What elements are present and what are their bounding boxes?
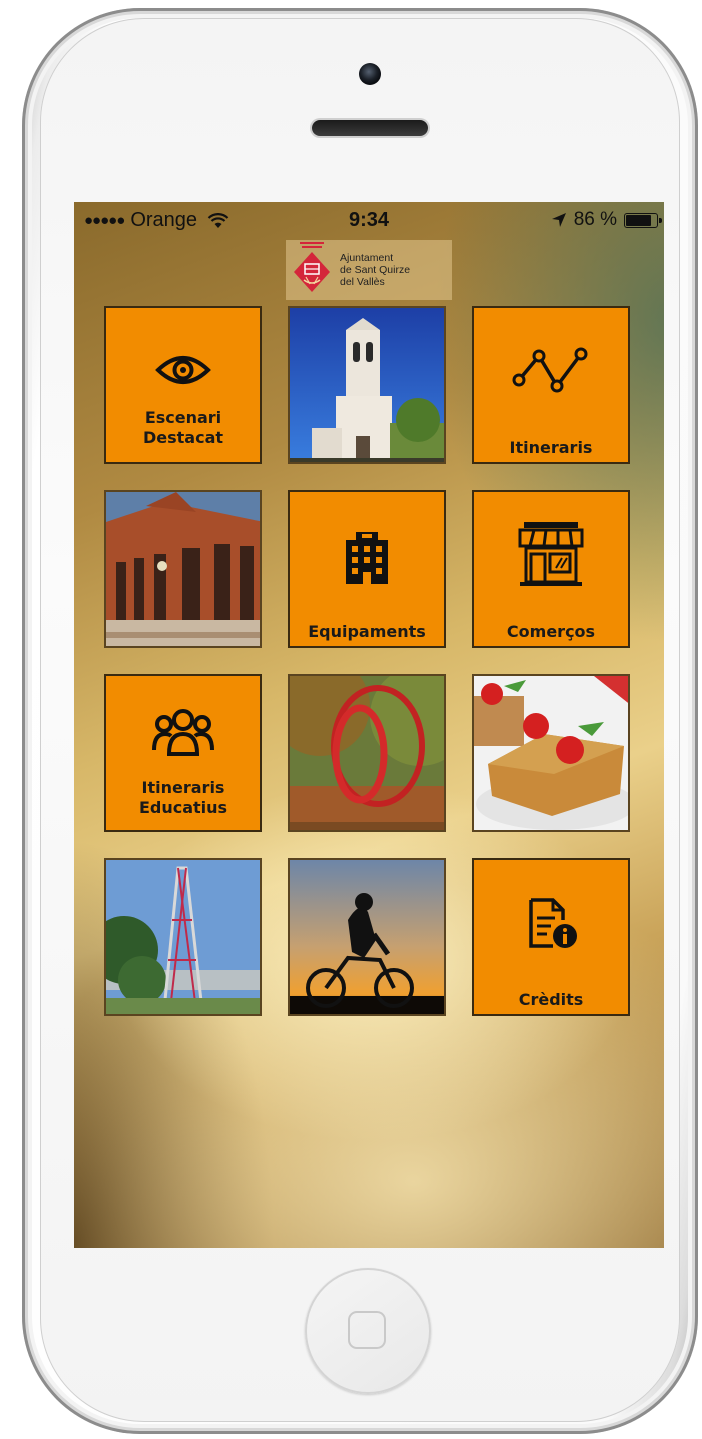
document-info-icon — [529, 898, 577, 948]
tile-equipaments[interactable]: Equipaments — [288, 490, 446, 648]
front-camera — [359, 63, 381, 85]
cherry-cake-photo — [474, 676, 628, 830]
town-council-logo: Ajuntament de Sant Quirze del Vallès — [286, 240, 452, 300]
tile-label-line: Educatius — [138, 798, 228, 817]
tile-credits[interactable]: Crèdits — [472, 858, 630, 1016]
app-screen: ●●●●● Orange 9:34 86 % Ajuntament de San… — [74, 202, 664, 1248]
tile-photo-sculpture[interactable] — [288, 674, 446, 832]
home-button[interactable] — [305, 1268, 431, 1394]
tile-escenari-destacat[interactable]: Escenari Destacat — [104, 306, 262, 464]
status-bar: ●●●●● Orange 9:34 86 % — [74, 202, 664, 238]
home-square-icon — [348, 1311, 386, 1349]
battery-icon — [624, 212, 662, 228]
location-arrow-icon — [551, 213, 566, 227]
church-bell-tower-photo — [290, 308, 444, 462]
tile-itineraris-educatius[interactable]: Itineraris Educatius — [104, 674, 262, 832]
tile-label-line: Destacat — [142, 428, 224, 447]
storefront-icon — [518, 522, 584, 586]
earpiece-speaker — [312, 120, 428, 136]
tile-itineraris[interactable]: Itineraris — [472, 306, 630, 464]
building-icon — [346, 532, 388, 584]
logo-line-3: del Vallès — [340, 276, 385, 288]
tile-photo-church[interactable] — [288, 306, 446, 464]
battery-level — [626, 214, 651, 226]
tile-comercos[interactable]: Comerços — [472, 490, 630, 648]
tile-label-line: Equipaments — [308, 622, 426, 641]
tile-label-line: Itineraris — [509, 438, 593, 457]
tile-label-line: Itineraris — [141, 778, 225, 797]
logo-line-2: de Sant Quirze — [340, 264, 411, 276]
logo-line-1: Ajuntament — [340, 252, 394, 264]
cyclist-sunset-photo — [290, 860, 444, 1014]
eye-icon — [155, 356, 211, 384]
coat-of-arms-icon — [294, 242, 330, 292]
tile-label-line: Crèdits — [518, 990, 584, 1009]
red-sculpture-photo — [290, 676, 444, 830]
brick-building-photo — [106, 492, 260, 646]
group-icon — [152, 709, 214, 756]
battery-percent: 86 % — [573, 209, 617, 230]
tile-label-line: Comerços — [506, 622, 596, 641]
tile-photo-cyclist[interactable] — [288, 858, 446, 1016]
tile-photo-brick-building[interactable] — [104, 490, 262, 648]
tile-photo-cake[interactable] — [472, 674, 630, 832]
tile-label-line: Escenari — [144, 408, 222, 427]
route-icon — [512, 347, 588, 393]
lattice-tower-photo — [106, 860, 260, 1014]
tile-photo-tower[interactable] — [104, 858, 262, 1016]
